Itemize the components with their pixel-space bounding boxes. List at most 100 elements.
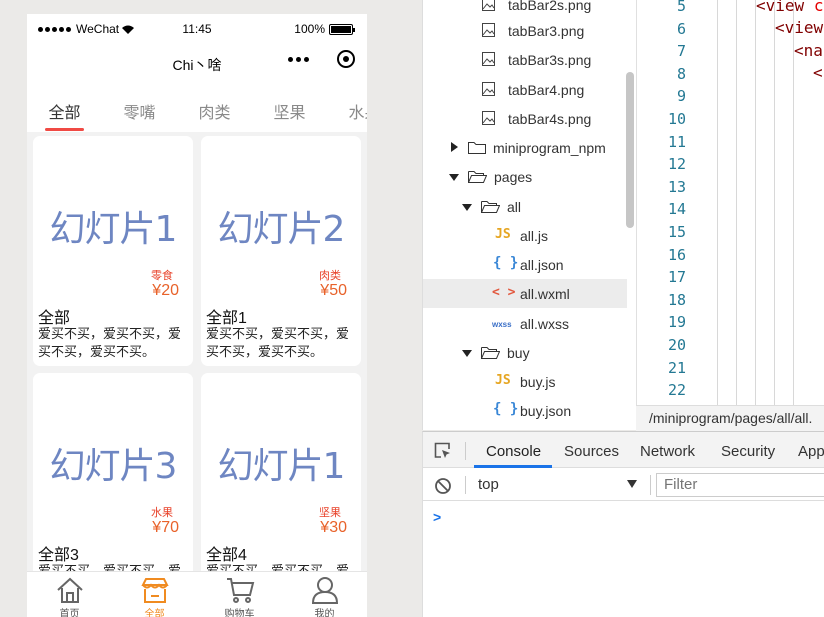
file-tree: tabBar2s.png tabBar3.png tabBar3s.png ta… (422, 0, 636, 430)
tab-meat[interactable]: 肉类 (177, 80, 252, 132)
folder-open-icon (481, 347, 500, 359)
category-tabs: 全部 零嘴 肉类 坚果 水果 (27, 80, 367, 132)
tab-sources[interactable]: Sources (564, 443, 619, 460)
tab-network[interactable]: Network (640, 443, 695, 460)
image-file-icon (482, 52, 495, 66)
wxml-file-icon: < > (492, 285, 516, 300)
tree-item[interactable]: tabBar3.png (423, 16, 627, 45)
tree-item[interactable]: { } buy.json (423, 396, 627, 425)
toolbar-divider (650, 475, 651, 495)
devtools-window: WeChat 11:45 100% Chi丶啥 全部 零嘴 肉类 坚果 水果 (0, 0, 824, 617)
tab-snacks[interactable]: 零嘴 (102, 80, 177, 132)
tree-item[interactable]: JS all.js (423, 221, 627, 250)
tree-folder-pages[interactable]: pages (423, 162, 627, 191)
code-line: <na (794, 41, 823, 60)
chevron-down-icon[interactable] (462, 204, 472, 211)
product-card[interactable]: 幻灯片3 水果 ¥70 全部3 爱买不买，爱买不买，爱买不买，爱买不买。 (33, 373, 193, 571)
console-prompt[interactable]: > (433, 509, 441, 525)
chevron-down-icon[interactable] (449, 174, 459, 181)
product-card[interactable]: 幻灯片2 肉类 ¥50 全部1 爱买不买，爱买不买，爱买不买，爱买不买。 (201, 136, 361, 366)
line-number: 8 (676, 64, 686, 83)
chevron-right-icon[interactable] (451, 142, 458, 152)
tree-item[interactable]: tabBar3s.png (423, 45, 627, 74)
line-number: 17 (667, 268, 686, 287)
line-number: 11 (667, 132, 686, 151)
line-number: 22 (667, 381, 686, 400)
tree-item-label: pages (494, 169, 533, 185)
tree-folder-miniprogram-npm[interactable]: miniprogram_npm (423, 133, 627, 162)
cart-icon (226, 578, 254, 603)
indent-guide (774, 0, 775, 405)
tabbar-item-all[interactable]: 全部 (112, 572, 197, 617)
tab-nuts[interactable]: 坚果 (252, 80, 327, 132)
product-desc: 爱买不买，爱买不买，爱买不买，爱买不买。 (38, 563, 182, 571)
code-editor[interactable]: 5 6 7 8 9 10 11 12 13 14 15 16 17 18 19 20 21 22 <view c … (636, 0, 824, 405)
tab-fruit[interactable]: 水果 (327, 80, 367, 132)
product-desc: 爱买不买，爱买不买，爱买不买，爱买不买。 (206, 563, 350, 571)
tree-item[interactable]: tabBar4s.png (423, 104, 627, 133)
tree-item[interactable]: { } all.json (423, 250, 627, 279)
image-file-icon (482, 0, 495, 11)
tab-all[interactable]: 全部 (27, 80, 102, 132)
js-file-icon: JS (495, 227, 511, 242)
line-number: 13 (667, 177, 686, 196)
category-tag: 零食 (151, 270, 173, 282)
line-number: 21 (667, 358, 686, 377)
filter-input[interactable]: Filter (656, 473, 824, 497)
json-file-icon: { } (493, 401, 519, 417)
product-price: ¥30 (320, 519, 347, 536)
bottom-tabbar: 首页 全部 购物车 我的 (27, 571, 367, 617)
product-price: ¥50 (320, 282, 347, 299)
battery-icon (329, 23, 355, 35)
console-filter-bar: top Filter (423, 469, 824, 501)
more-icon[interactable] (288, 56, 309, 62)
active-tab-indicator (474, 465, 552, 468)
code-attr: c (813, 0, 824, 15)
context-select[interactable]: top (478, 476, 499, 493)
line-number: 6 (676, 19, 686, 38)
tree-scrollbar[interactable] (626, 72, 634, 228)
tab-console[interactable]: Console (486, 443, 541, 460)
tab-app[interactable]: App (798, 443, 824, 460)
tree-item-label: buy (507, 345, 530, 361)
tree-folder-buy[interactable]: buy (423, 338, 627, 367)
product-grid: 幻灯片1 零食 ¥20 全部 爱买不买，爱买不买，爱买不买，爱买不买。 幻灯片2… (27, 136, 367, 571)
indent-guide (793, 0, 794, 405)
line-number: 16 (667, 245, 686, 264)
tabbar-item-cart[interactable]: 购物车 (197, 572, 282, 617)
tree-folder-all[interactable]: all (423, 192, 627, 221)
code-tag: view (765, 0, 805, 15)
slide-label: 幻灯片2 (217, 209, 346, 250)
tree-item-selected[interactable]: < > all.wxml (423, 279, 627, 308)
line-number: 9 (676, 87, 686, 106)
phone-simulator: WeChat 11:45 100% Chi丶啥 全部 零嘴 肉类 坚果 水果 (27, 14, 367, 617)
tab-security[interactable]: Security (721, 443, 775, 460)
close-miniprogram-icon[interactable] (337, 50, 355, 68)
battery: 100% (294, 22, 355, 36)
nav-bar: Chi丶啥 (27, 44, 367, 80)
dropdown-arrow-icon[interactable] (627, 480, 637, 488)
code-line: <view (775, 18, 824, 37)
tree-item-label: buy.js (520, 374, 556, 390)
tree-item[interactable]: JS buy.js (423, 367, 627, 396)
product-card[interactable]: 幻灯片1 坚果 ¥30 全部4 爱买不买，爱买不买，爱买不买，爱买不买。 (201, 373, 361, 571)
clear-console-icon[interactable] (434, 477, 452, 495)
tabbar-label: 我的 (314, 609, 335, 617)
devtools-panel: Console Sources Network Security App top… (422, 431, 824, 617)
tabbar-item-me[interactable]: 我的 (282, 572, 367, 617)
home-icon (56, 577, 83, 603)
slide-label: 幻灯片1 (49, 209, 178, 250)
inspect-element-icon[interactable] (434, 442, 452, 460)
indent-guide (717, 0, 718, 405)
code-line: < (813, 63, 823, 82)
image-file-icon (482, 111, 495, 125)
tree-item[interactable]: tabBar4.png (423, 75, 627, 104)
tabbar-item-home[interactable]: 首页 (27, 572, 112, 617)
indent-guide (755, 0, 756, 405)
product-card[interactable]: 幻灯片1 零食 ¥20 全部 爱买不买，爱买不买，爱买不买，爱买不买。 (33, 136, 193, 366)
code-tag: view (784, 18, 824, 37)
tree-item[interactable]: wxss all.wxss (423, 309, 627, 338)
tree-item-label: tabBar4.png (508, 82, 585, 98)
chevron-down-icon[interactable] (462, 350, 472, 357)
tree-item-label: all.json (520, 257, 564, 273)
